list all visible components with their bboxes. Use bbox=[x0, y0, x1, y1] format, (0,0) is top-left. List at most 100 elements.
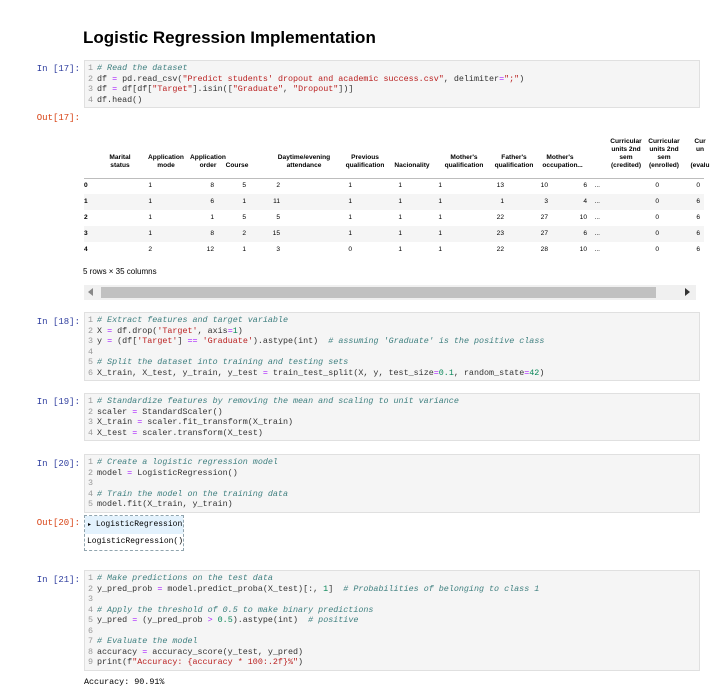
table-cell: 22 bbox=[496, 214, 504, 221]
horizontal-scrollbar[interactable] bbox=[84, 285, 696, 300]
line-number: 1 bbox=[87, 457, 93, 467]
scroll-left-arrow-icon[interactable] bbox=[88, 288, 93, 296]
line-number: 4 bbox=[87, 488, 93, 499]
table-cell: 8 bbox=[210, 230, 214, 237]
table-cell: 0 bbox=[696, 182, 700, 189]
table-row: 1 1 6 1 11 1 1 1 1 3 4... 0 6 bbox=[84, 194, 704, 210]
row-index: 0 bbox=[84, 182, 88, 189]
line-number: 4 bbox=[87, 427, 93, 438]
line-number: 2 bbox=[87, 467, 93, 478]
column-header: ... bbox=[577, 162, 583, 169]
table-cell: 10 bbox=[540, 182, 548, 189]
code-line: 5 model.fit(X_train, y_train) bbox=[85, 499, 699, 510]
code-text: X_test = scaler.transform(X_test) bbox=[97, 427, 263, 438]
code-line: 9 print(f"Accuracy: {accuracy * 100:.2f}%… bbox=[85, 657, 699, 668]
code-text: # Evaluate the model bbox=[97, 636, 198, 646]
code-line: 1 # Extract features and target variable bbox=[85, 315, 699, 326]
code-line: 2 X = df.drop('Target', axis=1) bbox=[85, 326, 699, 337]
table-cell: 2 bbox=[276, 182, 280, 189]
code-cell-20[interactable]: 1 # Create a logistic regression model 2 mo… bbox=[84, 454, 700, 513]
table-cell: 22 bbox=[496, 246, 504, 253]
line-number: 5 bbox=[87, 499, 93, 509]
table-cell: ... bbox=[594, 246, 601, 253]
table-cell: 11 bbox=[273, 198, 280, 205]
table-cell: 1 bbox=[398, 182, 402, 189]
code-cell-19[interactable]: 1 # Standardize features by removing the … bbox=[84, 393, 700, 441]
table-cell: ... bbox=[594, 182, 601, 189]
scroll-right-arrow-icon[interactable] bbox=[685, 288, 690, 296]
table-cell: 0 bbox=[655, 198, 659, 205]
line-number: 1 bbox=[87, 315, 93, 325]
cell-20-prompt: In [20]: bbox=[36, 459, 80, 469]
code-text: y = (df['Target'] == 'Graduate').astype(… bbox=[97, 336, 545, 346]
line-number: 4 bbox=[87, 346, 93, 357]
table-cell: 1 bbox=[500, 198, 504, 205]
line-number: 2 bbox=[87, 73, 93, 84]
table-cell: 2 bbox=[242, 230, 246, 237]
table-cell: 1 bbox=[438, 214, 442, 221]
cell-17-prompt: In [17]: bbox=[36, 64, 80, 74]
code-line: 5 # Split the dataset into training and t… bbox=[85, 357, 699, 368]
code-text: # Make predictions on the test data bbox=[97, 573, 273, 583]
dataframe-output: Marital status Application mode Application o… bbox=[84, 126, 710, 258]
code-text: model.fit(X_train, y_train) bbox=[97, 499, 233, 509]
table-cell: 13 bbox=[496, 182, 504, 189]
line-number: 6 bbox=[87, 367, 93, 378]
line-number: 7 bbox=[87, 636, 93, 646]
code-text: X = df.drop('Target', axis=1) bbox=[97, 325, 243, 336]
code-line: 4 # Train the model on the training data bbox=[85, 489, 699, 500]
code-cell-17[interactable]: 1 # Read the dataset 2 df = pd.read_csv("Pr… bbox=[84, 60, 700, 108]
code-line: 2 y_pred_prob = model.predict_proba(X_tes… bbox=[85, 584, 699, 595]
code-text: X_train, X_test, y_train, y_test = train… bbox=[97, 367, 545, 378]
code-line: 1 # Read the dataset bbox=[85, 63, 699, 74]
table-cell: 1 bbox=[242, 198, 246, 205]
table-row: 4 2 12 1 3 0 1 1 22 28 10... 0 6 bbox=[84, 242, 704, 258]
table-cell: 2 bbox=[148, 246, 152, 253]
table-cell: 6 bbox=[696, 246, 700, 253]
code-cell-21[interactable]: 1 # Make predictions on the test data 2 y_p… bbox=[84, 570, 700, 671]
code-text: y_pred = (y_pred_prob > 0.5).astype(int)… bbox=[97, 615, 359, 625]
table-cell: ... bbox=[594, 198, 601, 205]
code-cell-18[interactable]: 1 # Extract features and target variable 2… bbox=[84, 312, 700, 381]
table-cell: 1 bbox=[148, 182, 152, 189]
code-line: 4 # Apply the threshold of 0.5 to make bi… bbox=[85, 605, 699, 616]
table-cell: 6 bbox=[696, 198, 700, 205]
model-toggle[interactable]: ▸ LogisticRegression bbox=[85, 516, 183, 534]
table-cell: 1 bbox=[438, 198, 442, 205]
code-text: df = pd.read_csv("Predict students' drop… bbox=[97, 73, 525, 84]
table-cell: 1 bbox=[398, 230, 402, 237]
line-number: 6 bbox=[87, 625, 93, 636]
code-text: # Standardize features by removing the m… bbox=[97, 396, 459, 406]
line-number: 4 bbox=[87, 94, 93, 105]
code-text: X_train = scaler.fit_transform(X_train) bbox=[97, 417, 294, 427]
column-header: Course bbox=[225, 162, 249, 169]
code-text: df = df[df["Target"].isin(["Graduate", "… bbox=[97, 84, 354, 94]
line-number: 2 bbox=[87, 325, 93, 336]
cell-18-prompt: In [18]: bbox=[36, 317, 80, 327]
code-text: # Split the dataset into training and te… bbox=[97, 357, 349, 367]
code-line: 1 # Standardize features by removing the … bbox=[85, 396, 699, 407]
table-cell: 1 bbox=[438, 230, 442, 237]
table-cell: 0 bbox=[655, 182, 659, 189]
code-line: 4 X_test = scaler.transform(X_test) bbox=[85, 428, 699, 439]
table-cell: 1 bbox=[398, 246, 402, 253]
code-line: 6 X_train, X_test, y_train, y_test = trai… bbox=[85, 368, 699, 379]
line-number: 4 bbox=[87, 604, 93, 615]
code-line: 4 bbox=[85, 347, 699, 358]
code-line: 3 df = df[df["Target"].isin(["Graduate", … bbox=[85, 84, 699, 95]
table-cell: 1 bbox=[148, 230, 152, 237]
row-index: 3 bbox=[84, 230, 88, 237]
table-cell: 0 bbox=[348, 246, 352, 253]
table-cell: 1 bbox=[210, 214, 214, 221]
table-cell: 3 bbox=[276, 246, 280, 253]
scrollbar-thumb[interactable] bbox=[101, 287, 656, 298]
model-repr: LogisticRegression() bbox=[87, 537, 184, 546]
line-number: 3 bbox=[87, 84, 93, 94]
table-cell: 1 bbox=[348, 230, 352, 237]
code-line: 2 df = pd.read_csv("Predict students' dro… bbox=[85, 74, 699, 85]
table-cell: 0 bbox=[655, 214, 659, 221]
code-line: 1 # Make predictions on the test data bbox=[85, 573, 699, 584]
table-cell: 6 bbox=[696, 230, 700, 237]
expand-triangle-icon[interactable]: ▸ bbox=[88, 521, 91, 528]
dataframe-header: Marital status Application mode Application o… bbox=[84, 126, 709, 178]
